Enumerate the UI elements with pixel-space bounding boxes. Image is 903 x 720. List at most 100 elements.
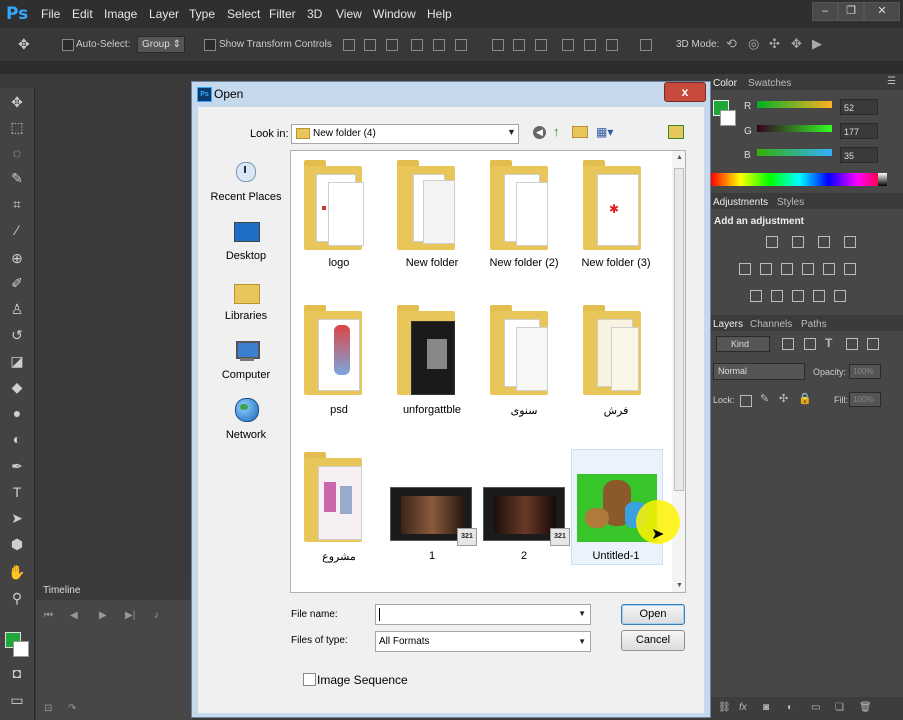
next-frame-icon[interactable]: ▶| bbox=[125, 610, 135, 621]
align-bottom-icon[interactable] bbox=[386, 39, 398, 51]
lock-transparent-icon[interactable] bbox=[740, 395, 752, 407]
new-folder-icon[interactable] bbox=[572, 126, 588, 138]
file-name-label[interactable]: New folder (2) bbox=[478, 257, 570, 269]
libraries-icon[interactable] bbox=[232, 280, 260, 306]
convert-icon[interactable]: ⊡ bbox=[44, 703, 52, 714]
opacity-field[interactable]: 100% bbox=[849, 364, 881, 379]
place-libraries[interactable]: Libraries bbox=[208, 310, 284, 322]
transform-controls-checkbox[interactable] bbox=[204, 39, 216, 51]
file-name-input[interactable]: ▼ bbox=[375, 604, 591, 625]
menu-image[interactable]: Image bbox=[104, 7, 137, 21]
vibrance-icon[interactable] bbox=[739, 263, 751, 275]
menu-window[interactable]: Window bbox=[373, 7, 416, 21]
layer-mask-icon[interactable]: ◙ bbox=[763, 702, 769, 713]
folder-icon[interactable]: ✱ bbox=[583, 160, 641, 250]
menu-type[interactable]: Type bbox=[189, 7, 215, 21]
curves-icon[interactable] bbox=[818, 236, 830, 248]
folder-icon[interactable] bbox=[397, 305, 455, 395]
invert-icon[interactable] bbox=[750, 290, 762, 302]
play-icon[interactable]: ▶ bbox=[99, 610, 107, 621]
eyedropper-icon[interactable]: ⁄ bbox=[7, 220, 27, 240]
up-folder-icon[interactable]: ↑ bbox=[553, 124, 560, 139]
new-layer-icon[interactable]: ❏ bbox=[835, 702, 844, 713]
open-button[interactable]: Open bbox=[621, 604, 685, 625]
file-name-label[interactable]: 2 bbox=[478, 550, 570, 562]
lock-image-icon[interactable]: ✎ bbox=[760, 392, 769, 405]
new-adjustment-icon[interactable]: ◐ bbox=[787, 702, 793, 713]
file-name-label[interactable]: Untitled-1 bbox=[570, 550, 662, 562]
menu-layer[interactable]: Layer bbox=[149, 7, 179, 21]
link-layers-icon[interactable]: ⛓ bbox=[718, 702, 731, 713]
r-value[interactable]: 52 bbox=[840, 99, 878, 115]
b-slider[interactable] bbox=[757, 149, 832, 156]
marquee-icon[interactable]: ⬚ bbox=[7, 117, 27, 137]
quick-mask-icon[interactable]: ◘ bbox=[7, 663, 27, 683]
folder-icon[interactable] bbox=[490, 305, 548, 395]
zoom-icon[interactable]: ⚲ bbox=[7, 588, 27, 608]
file-name-label[interactable]: logo bbox=[293, 257, 385, 269]
folder-icon[interactable] bbox=[304, 452, 362, 542]
menu-filter[interactable]: Filter bbox=[269, 7, 296, 21]
place-desktop[interactable]: Desktop bbox=[208, 250, 284, 262]
distribute-vcenter-icon[interactable] bbox=[513, 39, 525, 51]
folder-icon[interactable] bbox=[490, 160, 548, 250]
video-thumbnail[interactable]: 321 bbox=[390, 487, 477, 546]
healing-icon[interactable]: ⊕ bbox=[7, 248, 27, 268]
filter-shape-icon[interactable] bbox=[846, 338, 858, 350]
fill-field[interactable]: 100% bbox=[849, 392, 881, 407]
layer-style-icon[interactable]: fx bbox=[739, 702, 747, 713]
auto-select-dropdown[interactable]: Group ⇕ bbox=[137, 36, 185, 53]
tab-styles[interactable]: Styles bbox=[777, 197, 804, 208]
blend-mode-dropdown[interactable]: Normal bbox=[713, 363, 805, 380]
tab-layers[interactable]: Layers bbox=[713, 319, 743, 330]
3d-slide-icon[interactable]: ✥ bbox=[791, 36, 802, 52]
3d-roll-icon[interactable]: ◎ bbox=[748, 36, 759, 52]
file-name-label[interactable]: 1 bbox=[386, 550, 478, 562]
prev-frame-icon[interactable]: ◀ bbox=[70, 610, 78, 621]
black-white-icon[interactable] bbox=[802, 263, 814, 275]
move-icon[interactable]: ✥ bbox=[7, 92, 27, 112]
desktop-icon[interactable] bbox=[232, 220, 260, 246]
folder-icon[interactable] bbox=[583, 305, 641, 395]
cancel-button[interactable]: Cancel bbox=[621, 630, 685, 651]
chevron-down-icon[interactable]: ▼ bbox=[507, 127, 516, 137]
recent-places-icon[interactable] bbox=[232, 160, 260, 186]
color-balance-icon[interactable] bbox=[781, 263, 793, 275]
type-icon[interactable]: T bbox=[7, 482, 27, 502]
panel-menu-icon[interactable]: ☰ bbox=[887, 76, 896, 87]
dialog-close-button[interactable]: x bbox=[664, 82, 706, 102]
menu-help[interactable]: Help bbox=[427, 7, 452, 21]
computer-icon[interactable] bbox=[232, 339, 260, 365]
align-left-icon[interactable] bbox=[411, 39, 423, 51]
auto-align-icon[interactable] bbox=[640, 39, 652, 51]
tab-swatches[interactable]: Swatches bbox=[748, 78, 791, 89]
pen-icon[interactable]: ✒ bbox=[7, 456, 27, 476]
gradient-map-icon[interactable] bbox=[813, 290, 825, 302]
new-group-icon[interactable]: ▭ bbox=[811, 702, 820, 713]
file-name-label[interactable]: سنوى bbox=[478, 404, 570, 417]
dodge-icon[interactable]: ◐ bbox=[7, 429, 27, 449]
menu-edit[interactable]: Edit bbox=[72, 7, 93, 21]
distribute-left-icon[interactable] bbox=[562, 39, 574, 51]
lasso-icon[interactable]: ◌ bbox=[7, 143, 27, 163]
color-bg-swatch[interactable] bbox=[720, 110, 736, 126]
file-name-label[interactable]: New folder bbox=[386, 257, 478, 269]
background-color-swatch[interactable] bbox=[13, 641, 29, 657]
stamp-icon[interactable]: ♙ bbox=[7, 299, 27, 319]
3d-camera-icon[interactable]: ▶ bbox=[812, 36, 822, 52]
color-spectrum[interactable] bbox=[711, 173, 887, 186]
file-name-label[interactable]: New folder (3) bbox=[570, 257, 662, 269]
back-icon[interactable]: ◀ bbox=[533, 126, 546, 139]
file-name-label[interactable]: unforgattble bbox=[386, 404, 478, 416]
quick-select-icon[interactable]: ✎ bbox=[7, 168, 27, 188]
file-name-label[interactable]: مشروع bbox=[293, 550, 385, 563]
brightness-icon[interactable] bbox=[766, 236, 778, 248]
3d-rotate-icon[interactable]: ⟲ bbox=[726, 36, 737, 52]
r-slider[interactable] bbox=[757, 101, 832, 108]
align-hcenter-icon[interactable] bbox=[433, 39, 445, 51]
scroll-down-icon[interactable]: ▼ bbox=[676, 582, 683, 589]
video-thumbnail[interactable]: 321 bbox=[483, 487, 570, 546]
lock-position-icon[interactable]: ✣ bbox=[779, 392, 788, 405]
bookmark-folder-icon[interactable] bbox=[668, 125, 684, 139]
3d-drag-icon[interactable]: ✣ bbox=[769, 36, 780, 52]
